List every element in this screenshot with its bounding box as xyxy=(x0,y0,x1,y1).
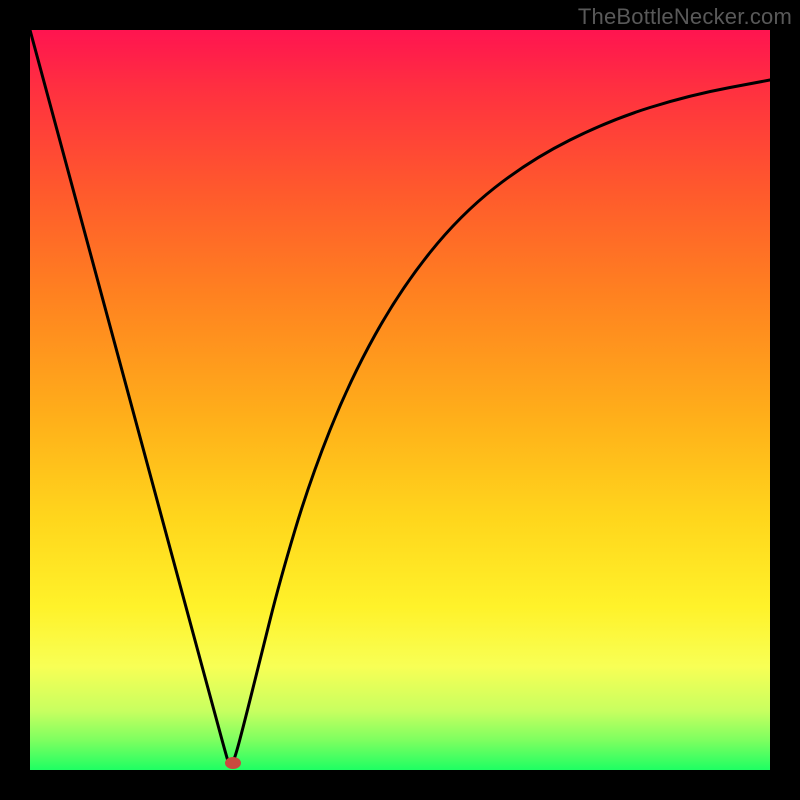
plot-area xyxy=(30,30,770,770)
optimum-marker xyxy=(225,757,241,769)
watermark-text: TheBottleNecker.com xyxy=(578,4,792,30)
curve-layer xyxy=(30,30,770,770)
chart-stage: TheBottleNecker.com xyxy=(0,0,800,800)
bottleneck-curve xyxy=(30,30,770,765)
